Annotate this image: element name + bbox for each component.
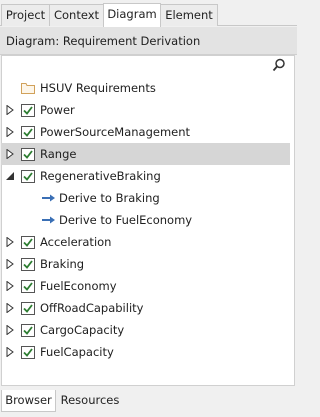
tree-item-label: FuelCapacity — [40, 345, 114, 359]
tab-diagram[interactable]: Diagram — [103, 3, 161, 27]
requirement-icon — [21, 126, 35, 139]
tree-row-requirement[interactable]: RegenerativeBraking — [1, 165, 290, 187]
requirement-icon — [21, 258, 35, 271]
diagram-title-bar: Diagram: Requirement Derivation — [0, 27, 297, 55]
expand-triangle-icon[interactable] — [5, 347, 15, 357]
derive-arrow-icon — [42, 216, 55, 224]
requirement-icon — [21, 104, 35, 117]
expand-triangle-icon[interactable] — [5, 237, 15, 247]
tree-item-label: Acceleration — [40, 235, 112, 249]
requirement-icon — [21, 148, 35, 161]
expand-triangle-icon[interactable] — [5, 281, 15, 291]
tree-item-label: OffRoadCapability — [40, 301, 144, 315]
tree-item-label: CargoCapacity — [40, 323, 125, 337]
tree-row-requirement[interactable]: OffRoadCapability — [1, 297, 290, 319]
package-label: HSUV Requirements — [40, 81, 156, 95]
expand-triangle-icon[interactable] — [5, 303, 15, 313]
requirement-icon — [21, 324, 35, 337]
tree-row-connector[interactable]: Derive to Braking — [1, 187, 290, 209]
tree-item-label: PowerSourceManagement — [40, 125, 191, 139]
requirement-icon — [21, 170, 35, 183]
requirement-icon — [21, 236, 35, 249]
tree-row-requirement[interactable]: FuelEconomy — [1, 275, 290, 297]
tree-item-label: FuelEconomy — [40, 279, 117, 293]
tree-row-requirement[interactable]: FuelCapacity — [1, 341, 290, 363]
tree-row-requirement-selected[interactable]: Range — [1, 143, 290, 165]
package-folder-icon — [21, 83, 35, 94]
tree-row-requirement[interactable]: Acceleration — [1, 231, 290, 253]
tree-row-requirement[interactable]: PowerSourceManagement — [1, 121, 290, 143]
collapse-triangle-icon[interactable] — [5, 171, 15, 181]
tree-item-label: Braking — [40, 257, 85, 271]
tree-item-label: Power — [40, 103, 75, 117]
tab-element[interactable]: Element — [160, 4, 218, 26]
tree-child-label: Derive to FuelEconomy — [59, 213, 193, 227]
search-icon[interactable] — [272, 58, 286, 72]
top-tab-bar: Project Context Diagram Element — [0, 0, 297, 27]
tree-row-package[interactable]: HSUV Requirements — [1, 77, 290, 99]
tab-resources[interactable]: Resources — [57, 390, 123, 412]
tree-row-requirement[interactable]: Braking — [1, 253, 290, 275]
tab-browser[interactable]: Browser — [1, 390, 56, 412]
bottom-tab-bar: Browser Resources — [0, 389, 297, 417]
tree-item-label: RegenerativeBraking — [40, 169, 161, 183]
tree-child-label: Derive to Braking — [59, 191, 160, 205]
tab-context[interactable]: Context — [49, 4, 104, 26]
expand-triangle-icon[interactable] — [5, 149, 15, 159]
expand-triangle-icon[interactable] — [5, 105, 15, 115]
tree-row-requirement[interactable]: CargoCapacity — [1, 319, 290, 341]
expand-triangle-icon[interactable] — [5, 127, 15, 137]
requirement-icon — [21, 346, 35, 359]
expand-triangle-icon[interactable] — [5, 325, 15, 335]
tab-project[interactable]: Project — [1, 4, 50, 26]
derive-arrow-icon — [42, 194, 55, 202]
expand-triangle-icon[interactable] — [5, 259, 15, 269]
requirement-icon — [21, 280, 35, 293]
tree-row-requirement[interactable]: Power — [1, 99, 290, 121]
requirement-icon — [21, 302, 35, 315]
tree-item-label: Range — [40, 147, 77, 161]
tree-row-connector[interactable]: Derive to FuelEconomy — [1, 209, 290, 231]
